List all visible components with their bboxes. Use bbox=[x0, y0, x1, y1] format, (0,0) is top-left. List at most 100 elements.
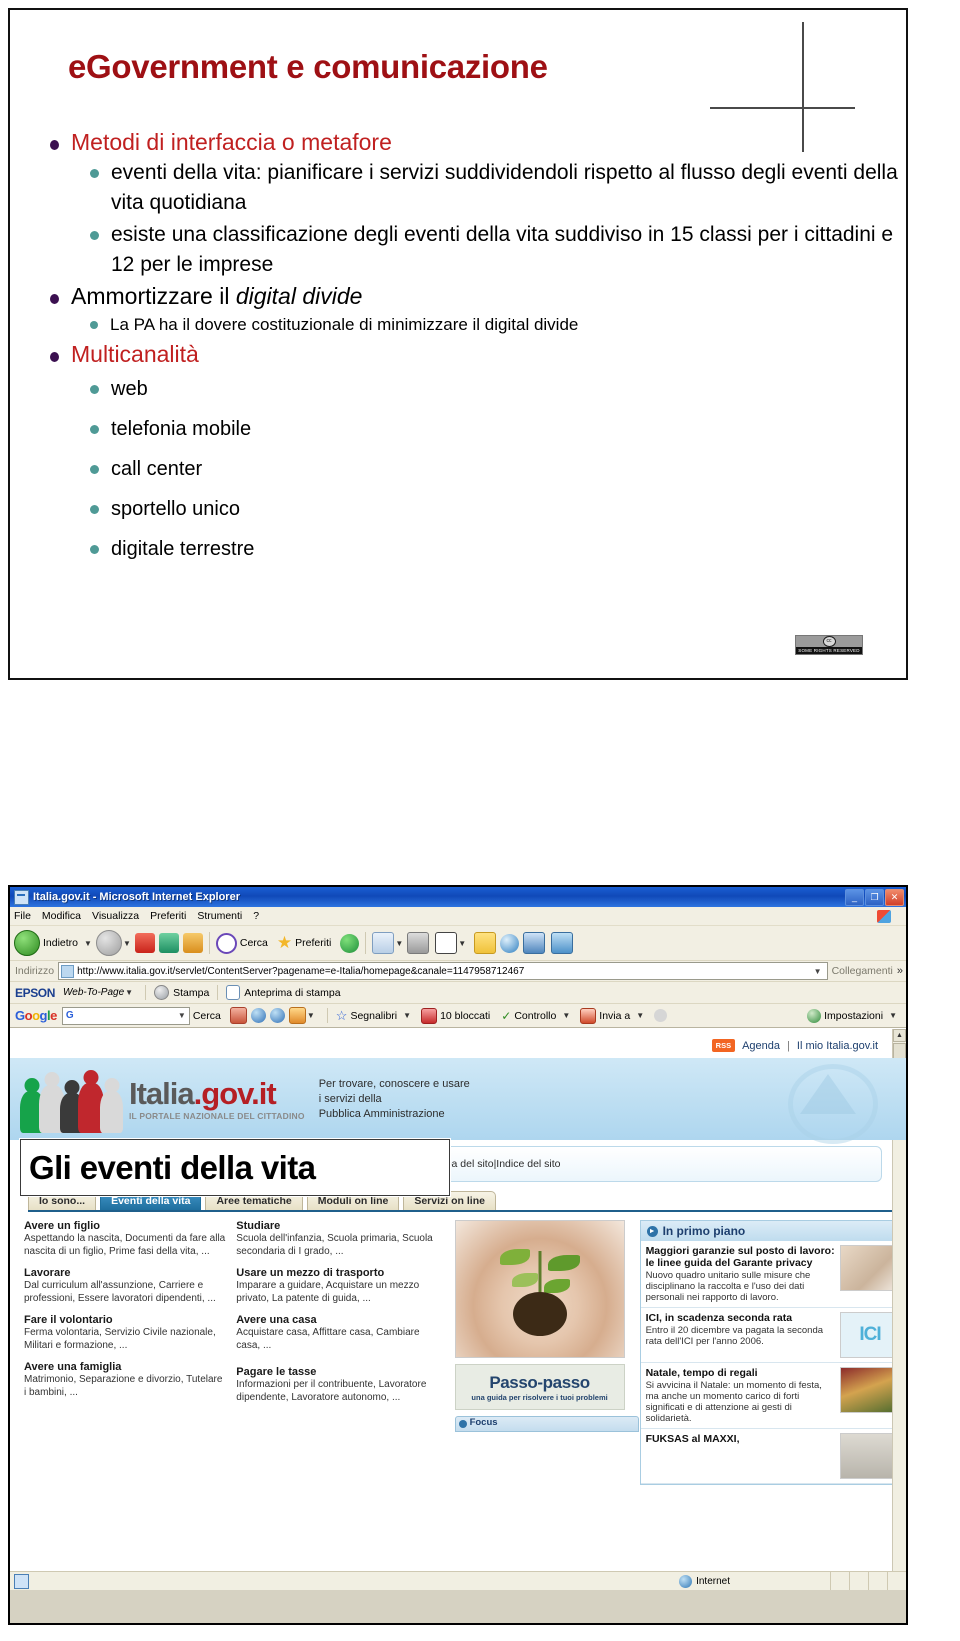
contacts-icon[interactable] bbox=[551, 932, 574, 954]
forward-dropdown-icon[interactable]: ▼ bbox=[123, 939, 131, 948]
focus-panel-header[interactable]: Focus bbox=[454, 1416, 639, 1432]
panel-header: ► In primo piano bbox=[640, 1221, 905, 1241]
google-settings-button[interactable]: Impostazioni bbox=[824, 1010, 883, 1022]
menu-item-preferiti[interactable]: Preferiti bbox=[150, 910, 186, 922]
google-search-dropdown-icon[interactable]: ▼ bbox=[178, 1011, 186, 1020]
event-title[interactable]: Studiare bbox=[236, 1220, 438, 1232]
mail-icon[interactable] bbox=[372, 932, 395, 954]
print-icon[interactable] bbox=[407, 932, 430, 954]
event-title[interactable]: Avere una famiglia bbox=[24, 1361, 226, 1373]
event-item[interactable]: Fare il volontario Ferma volontaria, Ser… bbox=[24, 1314, 226, 1352]
history-button[interactable] bbox=[340, 933, 360, 953]
event-item[interactable]: Lavorare Dal curriculum all'assunzione, … bbox=[24, 1267, 226, 1305]
event-title[interactable]: Avere un figlio bbox=[24, 1220, 226, 1232]
search-label: Cerca bbox=[239, 937, 268, 949]
scroll-up-arrow-icon[interactable]: ▲ bbox=[893, 1029, 906, 1042]
google-sendto-dropdown-icon[interactable]: ▼ bbox=[636, 1011, 644, 1020]
messenger-icon[interactable] bbox=[500, 933, 520, 953]
edit-dropdown-icon[interactable]: ▼ bbox=[458, 939, 466, 948]
news-title[interactable]: FUKSAS al MAXXI, bbox=[646, 1433, 835, 1445]
event-item[interactable]: Avere una casa Acquistare casa, Affittar… bbox=[236, 1314, 438, 1352]
news-item[interactable]: ICI, in scadenza seconda rata Entro il 2… bbox=[640, 1308, 905, 1363]
logo-dot2: . bbox=[251, 1075, 260, 1111]
passo-passo-banner[interactable]: Passo-passo una guida per risolvere i tu… bbox=[454, 1364, 625, 1410]
bullet-text: sportello unico bbox=[111, 498, 240, 520]
google-bookmarks-star-icon[interactable]: ☆ bbox=[336, 1008, 348, 1024]
stop-button[interactable] bbox=[134, 933, 155, 953]
google-site-icon[interactable] bbox=[269, 1008, 285, 1023]
event-title[interactable]: Avere una casa bbox=[236, 1314, 438, 1326]
forward-button[interactable] bbox=[95, 930, 122, 956]
epson-preview-button[interactable]: Anteprima di stampa bbox=[244, 987, 340, 999]
epson-print-button[interactable]: Stampa bbox=[173, 987, 209, 999]
google-search-button[interactable]: Cerca bbox=[193, 1010, 221, 1022]
google-bookmarks-dropdown-icon[interactable]: ▼ bbox=[403, 1011, 411, 1020]
event-title[interactable]: Usare un mezzo di trasporto bbox=[236, 1267, 438, 1279]
topnav-agenda-link[interactable]: Agenda bbox=[742, 1040, 780, 1052]
bullet-text: web bbox=[111, 378, 148, 400]
menu-item-help[interactable]: ? bbox=[253, 910, 259, 922]
news-item[interactable]: FUKSAS al MAXXI, bbox=[640, 1429, 905, 1484]
web-to-page-button[interactable]: Web-To-Page bbox=[63, 987, 124, 998]
news-item[interactable]: Maggiori garanzie sul posto di lavoro: l… bbox=[640, 1241, 905, 1308]
google-news-icon[interactable] bbox=[229, 1007, 247, 1024]
media-icon[interactable] bbox=[523, 932, 546, 954]
edit-word-icon[interactable] bbox=[435, 932, 458, 954]
google-pencil-icon[interactable] bbox=[654, 1009, 668, 1022]
epson-preview-icon[interactable] bbox=[226, 985, 241, 1000]
google-settings-icon[interactable] bbox=[807, 1008, 822, 1023]
event-item[interactable]: Usare un mezzo di trasporto Imparare a g… bbox=[236, 1267, 438, 1305]
web-to-page-dropdown-icon[interactable]: ▼ bbox=[125, 988, 133, 997]
news-title[interactable]: Natale, tempo di regali bbox=[646, 1367, 835, 1379]
menu-item-modifica[interactable]: Modifica bbox=[42, 910, 81, 922]
event-title[interactable]: Fare il volontario bbox=[24, 1314, 226, 1326]
presentation-slide: eGovernment e comunicazione Metodi di in… bbox=[8, 8, 908, 680]
topnav-mine-link[interactable]: Il mio Italia.gov.it bbox=[797, 1040, 878, 1052]
event-item[interactable]: Avere un figlio Aspettando la nascita, D… bbox=[24, 1220, 226, 1258]
site-logo[interactable]: Italia.gov.it IL PORTALE NAZIONALE DEL C… bbox=[129, 1078, 305, 1121]
google-sendto-icon[interactable] bbox=[580, 1007, 597, 1024]
news-title[interactable]: Maggiori garanzie sul posto di lavoro: l… bbox=[646, 1245, 835, 1269]
google-bookmarks-button[interactable]: Segnalibri bbox=[350, 1010, 397, 1022]
google-more-icon[interactable] bbox=[288, 1007, 306, 1024]
event-item[interactable]: Avere una famiglia Matrimonio, Separazio… bbox=[24, 1361, 226, 1399]
address-dropdown-icon[interactable]: ▼ bbox=[811, 967, 825, 976]
close-button[interactable]: ✕ bbox=[885, 888, 904, 906]
event-item[interactable]: Studiare Scuola dell'infanzia, Scuola pr… bbox=[236, 1220, 438, 1258]
links-label[interactable]: Collegamenti bbox=[832, 965, 893, 977]
mail-dropdown-icon[interactable]: ▼ bbox=[395, 939, 403, 948]
menu-item-strumenti[interactable]: Strumenti bbox=[197, 910, 242, 922]
back-dropdown-icon[interactable]: ▼ bbox=[84, 939, 92, 948]
epson-print-icon[interactable] bbox=[154, 985, 170, 1000]
google-spellcheck-icon[interactable]: ✓ bbox=[501, 1009, 511, 1023]
google-web-icon[interactable] bbox=[250, 1008, 266, 1023]
google-blocked-count[interactable]: 10 bloccati bbox=[440, 1010, 490, 1022]
favorites-star-icon[interactable]: ★ bbox=[277, 933, 292, 953]
restore-button[interactable]: ❐ bbox=[865, 888, 884, 906]
google-settings-dropdown-icon[interactable]: ▼ bbox=[889, 1011, 897, 1020]
refresh-button[interactable] bbox=[158, 933, 179, 953]
home-button[interactable] bbox=[182, 933, 203, 953]
notes-icon[interactable] bbox=[474, 932, 497, 954]
google-sendto-button[interactable]: Invia a bbox=[599, 1010, 630, 1022]
back-button[interactable] bbox=[14, 930, 40, 956]
event-item[interactable]: Pagare le tasse Informazioni per il cont… bbox=[236, 1366, 438, 1404]
menu-item-file[interactable]: File bbox=[14, 910, 31, 922]
search-icon[interactable] bbox=[215, 932, 237, 954]
google-popup-blocker-icon[interactable] bbox=[421, 1007, 438, 1024]
rss-icon[interactable]: RSS bbox=[711, 1039, 736, 1052]
menu-item-visualizza[interactable]: Visualizza bbox=[92, 910, 139, 922]
google-more-dropdown-icon[interactable]: ▼ bbox=[307, 1011, 315, 1020]
event-title[interactable]: Lavorare bbox=[24, 1267, 226, 1279]
security-zone[interactable]: Internet bbox=[679, 1574, 830, 1588]
news-title[interactable]: ICI, in scadenza seconda rata bbox=[646, 1312, 835, 1324]
address-input[interactable]: http://www.italia.gov.it/servlet/Content… bbox=[58, 962, 828, 980]
google-check-button[interactable]: Controllo bbox=[514, 1010, 556, 1022]
google-search-input[interactable]: G ▼ bbox=[61, 1006, 190, 1025]
toolbar-overflow-icon[interactable]: » bbox=[897, 965, 903, 977]
news-item[interactable]: Natale, tempo di regali Si avvicina il N… bbox=[640, 1363, 905, 1429]
events-column-2: Studiare Scuola dell'infanzia, Scuola pr… bbox=[236, 1220, 448, 1485]
google-check-dropdown-icon[interactable]: ▼ bbox=[562, 1011, 570, 1020]
minimize-button[interactable]: _ bbox=[845, 888, 864, 906]
event-title[interactable]: Pagare le tasse bbox=[236, 1366, 438, 1378]
